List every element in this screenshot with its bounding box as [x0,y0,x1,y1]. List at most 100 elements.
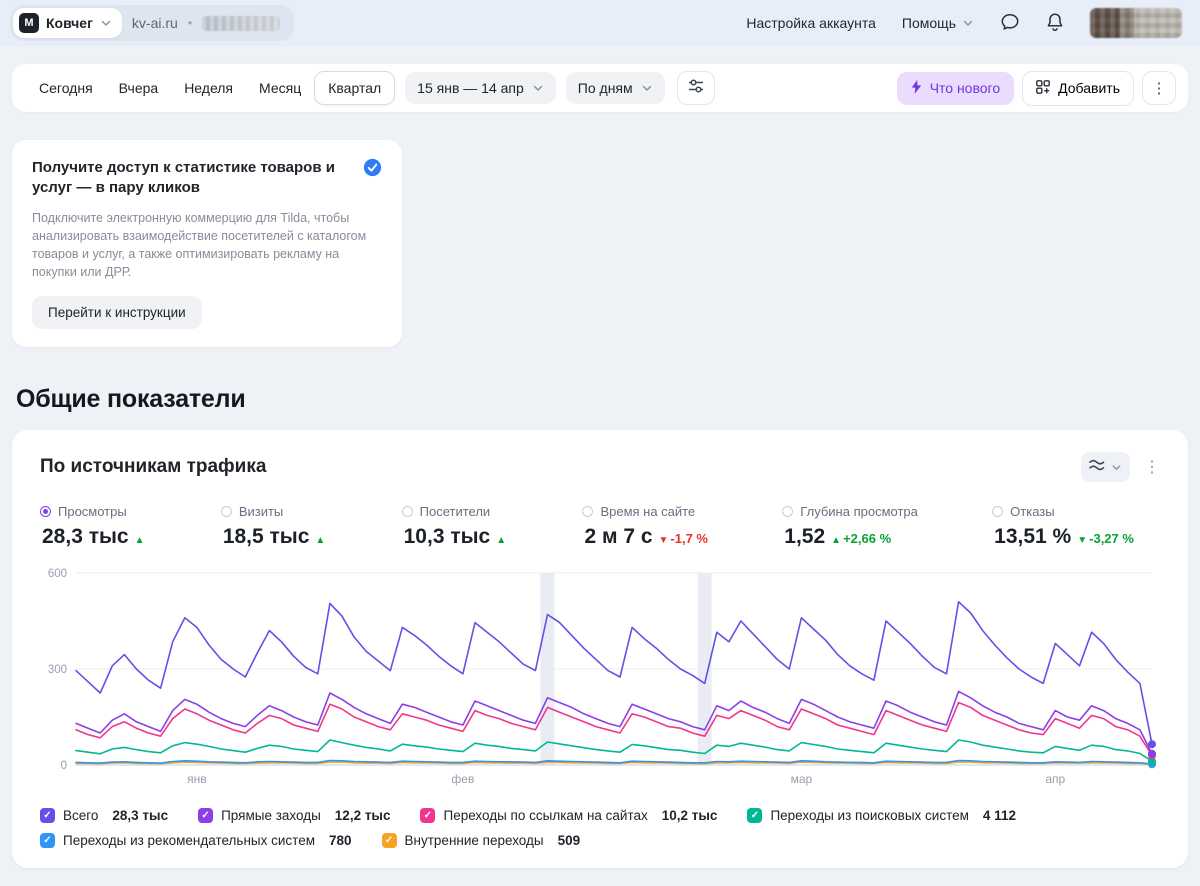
promo-cta-button[interactable]: Перейти к инструкции [32,296,202,329]
chart-type-selector[interactable] [1081,452,1130,482]
notifications-bell-icon[interactable] [1046,12,1064,35]
metric-radio[interactable] [401,506,413,517]
legend-checkbox[interactable]: ✓ [747,808,763,823]
trend-percent: +2,66 % [843,531,892,546]
trend-percent: -3,27 % [1089,531,1134,546]
traffic-sources-chart[interactable]: 0 300 600 янв фев мар апр [40,565,1160,789]
metric-delta: ▲ [315,535,327,546]
site-domain[interactable]: kv-ai.ru [132,15,178,31]
metric-delta: ▲ [135,535,147,546]
add-widget-button[interactable]: Добавить [1022,70,1134,106]
chevron-down-icon [1111,462,1122,473]
promo-body: Подключите электронную коммерцию для Til… [32,210,367,279]
separator-dot: • [187,16,193,30]
period-month[interactable]: Месяц [246,72,314,104]
check-icon: ✓ [423,809,433,821]
counter-id-blurred [202,15,281,31]
user-avatar-blurred[interactable] [1090,8,1182,38]
metric-label: Отказы [1010,504,1055,519]
metric-radio[interactable] [40,506,51,517]
legend-item-site-links[interactable]: ✓ Переходы по ссылкам на сайтах 10,2 тыс [420,808,717,823]
metric-tabs: Просмотры 28,3 тыс ▲ Визиты 18,5 тыс ▲ П… [40,504,1160,549]
legend-value: 4 112 [982,808,1016,823]
legend-item-search[interactable]: ✓ Переходы из поисковых систем 4 112 [747,808,1016,823]
kebab-menu-icon: ⋮ [1151,80,1167,97]
legend-label: Переходы по ссылкам на сайтах [443,808,648,823]
filters-button[interactable] [676,71,715,105]
metric-label: Посетители [419,504,491,519]
toolbar-more-button[interactable]: ⋮ [1142,71,1176,105]
traffic-sources-widget: По источникам трафика ⋮ Просмотры 28,3 т… [12,430,1188,868]
metric-value: 2 м 7 с [584,525,653,548]
counter-selector[interactable]: M Ковчег [13,8,122,38]
svg-text:янв: янв [187,772,207,786]
metric-views[interactable]: Просмотры 28,3 тыс ▲ [40,504,147,549]
metric-radio[interactable] [992,506,1004,517]
metric-value: 10,3 тыс [403,525,491,548]
trend-percent: -1,7 % [670,531,708,546]
legend-item-recommendations[interactable]: ✓ Переходы из рекомендательных систем 78… [40,833,352,848]
help-menu[interactable]: Помощь [902,15,974,31]
metric-label: Глубина просмотра [800,504,918,519]
svg-text:600: 600 [48,568,67,580]
chevron-down-icon [532,82,544,94]
date-range-label: 15 янв — 14 апр [417,80,524,96]
period-today[interactable]: Сегодня [26,72,106,104]
account-settings-link[interactable]: Настройка аккаунта [746,15,876,31]
legend-checkbox[interactable]: ✓ [40,833,55,848]
legend-value: 509 [557,833,581,848]
check-icon: ✓ [750,809,760,821]
chevron-down-icon [962,17,974,29]
metric-radio[interactable] [220,506,232,517]
metric-label: Время на сайте [600,504,696,519]
legend-item-internal[interactable]: ✓ Внутренние переходы 509 [381,833,581,848]
metric-visits[interactable]: Визиты 18,5 тыс ▲ [220,504,328,549]
metric-depth[interactable]: Глубина просмотра 1,52 ▲ +2,66 % [782,504,918,549]
counter-name: Ковчег [46,15,93,31]
check-icon: ✓ [43,834,52,846]
whats-new-label: Что нового [929,80,1001,96]
legend-label: Внутренние переходы [404,833,544,848]
trend-arrow-icon: ▲ [831,535,842,546]
metric-radio[interactable] [782,506,794,517]
svg-text:300: 300 [48,664,67,676]
metric-value: 1,52 [784,525,826,548]
metric-bounce-rate[interactable]: Отказы 13,51 % ▼ -3,27 % [992,504,1134,549]
legend-label: Прямые заходы [221,808,321,823]
legend-item-direct[interactable]: ✓ Прямые заходы 12,2 тыс [198,808,390,823]
metric-delta: ▼ -1,7 % [659,531,708,546]
counter-group: M Ковчег kv-ai.ru • [10,5,295,41]
date-range-picker[interactable]: 15 янв — 14 апр [405,72,556,104]
legend-item-total[interactable]: ✓ Всего 28,3 тыс [40,808,168,823]
trend-arrow-icon: ▼ [658,535,669,546]
period-week[interactable]: Неделя [171,72,246,104]
metric-radio[interactable] [582,506,594,517]
granularity-select[interactable]: По дням [565,72,665,104]
topbar: M Ковчег kv-ai.ru • Настройка аккаунта П… [0,0,1200,46]
widget-menu-button[interactable]: ⋮ [1144,457,1160,477]
metric-value: 18,5 тыс [222,525,310,548]
chart-legend: ✓ Всего 28,3 тыс ✓ Прямые заходы 12,2 ты… [40,808,1160,848]
period-yesterday[interactable]: Вчера [106,72,172,104]
trend-arrow-icon: ▲ [496,535,507,546]
check-icon: ✓ [201,809,210,821]
lightning-icon [911,79,922,97]
legend-checkbox[interactable]: ✓ [420,808,436,823]
legend-checkbox[interactable]: ✓ [381,833,397,848]
add-label: Добавить [1058,80,1120,96]
legend-checkbox[interactable]: ✓ [40,808,55,823]
chat-icon[interactable] [1000,12,1020,35]
svg-text:апр: апр [1045,772,1065,786]
svg-text:мар: мар [791,772,813,786]
metric-visitors[interactable]: Посетители 10,3 тыс ▲ [401,504,509,549]
whats-new-button[interactable]: Что нового [896,71,1015,105]
legend-value: 28,3 тыс [112,808,169,823]
metric-delta: ▲ [496,535,508,546]
legend-checkbox[interactable]: ✓ [198,808,214,823]
period-quarter[interactable]: Квартал [314,71,396,105]
svg-text:0: 0 [61,760,67,772]
toolbar: Сегодня Вчера Неделя Месяц Квартал 15 ян… [12,64,1188,112]
metric-time-on-site[interactable]: Время на сайте 2 м 7 с ▼ -1,7 % [582,504,708,549]
metric-delta: ▼ -3,27 % [1077,531,1134,546]
metric-value: 13,51 % [994,525,1072,548]
